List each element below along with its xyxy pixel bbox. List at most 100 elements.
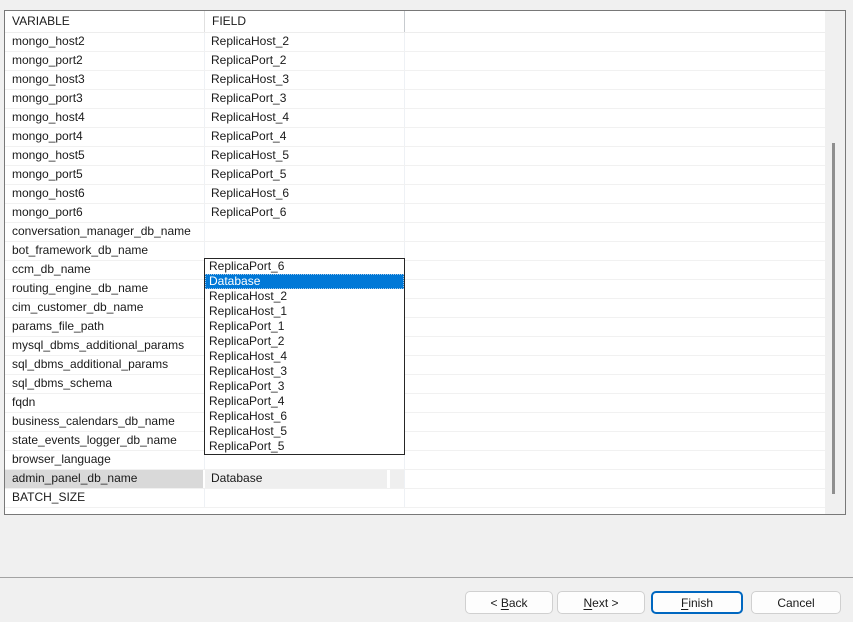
- field-value: ReplicaPort_3: [205, 90, 404, 108]
- table-row[interactable]: bot_framework_db_name: [5, 242, 825, 261]
- empty-cell: [405, 394, 825, 412]
- variable-cell[interactable]: mongo_host4: [5, 109, 205, 127]
- table-row[interactable]: mongo_host2 ReplicaHost_2: [5, 33, 825, 52]
- variable-cell[interactable]: fqdn: [5, 394, 205, 412]
- table-row[interactable]: params_file_path: [5, 318, 825, 337]
- field-cell[interactable]: ReplicaPort_3: [205, 90, 405, 108]
- dropdown-item[interactable]: ReplicaPort_1: [205, 319, 404, 334]
- table-row[interactable]: cim_customer_db_name: [5, 299, 825, 318]
- dropdown-item[interactable]: ReplicaHost_6: [205, 409, 404, 424]
- variable-cell[interactable]: browser_language: [5, 451, 205, 469]
- empty-cell: [405, 356, 825, 374]
- field-cell[interactable]: ReplicaHost_2: [205, 33, 405, 51]
- empty-cell: [405, 413, 825, 431]
- field-value: ReplicaHost_4: [205, 109, 404, 127]
- variable-cell[interactable]: mongo_port3: [5, 90, 205, 108]
- dropdown-item[interactable]: ReplicaPort_2: [205, 334, 404, 349]
- wizard-dialog: VARIABLE FIELD mongo_host2 ReplicaHost_2…: [0, 0, 853, 622]
- vertical-scrollbar[interactable]: [825, 11, 845, 514]
- column-header-variable: VARIABLE: [5, 11, 205, 32]
- scrollbar-thumb[interactable]: [832, 143, 835, 494]
- table-row[interactable]: BATCH_SIZE: [5, 489, 825, 508]
- dropdown-item[interactable]: ReplicaHost_4: [205, 349, 404, 364]
- empty-cell: [405, 299, 825, 317]
- variable-cell[interactable]: mongo_host5: [5, 147, 205, 165]
- table-row[interactable]: mongo_host3 ReplicaHost_3: [5, 71, 825, 90]
- cancel-button[interactable]: Cancel: [751, 591, 841, 614]
- variable-cell[interactable]: mongo_host6: [5, 185, 205, 203]
- dropdown-item[interactable]: ReplicaHost_5: [205, 424, 404, 439]
- variable-cell[interactable]: routing_engine_db_name: [5, 280, 205, 298]
- table-row[interactable]: mongo_host5 ReplicaHost_5: [5, 147, 825, 166]
- empty-cell: [405, 128, 825, 146]
- table-row[interactable]: mongo_host6 ReplicaHost_6: [5, 185, 825, 204]
- finish-button[interactable]: Finish: [651, 591, 743, 614]
- variable-cell[interactable]: sql_dbms_additional_params: [5, 356, 205, 374]
- table-row[interactable]: mongo_port3 ReplicaPort_3: [5, 90, 825, 109]
- empty-cell: [405, 451, 825, 469]
- variable-cell[interactable]: state_events_logger_db_name: [5, 432, 205, 450]
- dropdown-item[interactable]: ReplicaHost_3: [205, 364, 404, 379]
- next-button[interactable]: Next >: [557, 591, 645, 614]
- table-row[interactable]: business_calendars_db_name: [5, 413, 825, 432]
- dropdown-item[interactable]: ReplicaPort_3: [205, 379, 404, 394]
- table-row[interactable]: browser_language: [5, 451, 825, 470]
- field-value: ReplicaPort_2: [205, 52, 404, 70]
- variable-cell[interactable]: mongo_port4: [5, 128, 205, 146]
- variable-cell[interactable]: admin_panel_db_name: [5, 470, 205, 488]
- variable-cell[interactable]: cim_customer_db_name: [5, 299, 205, 317]
- dropdown-item[interactable]: ReplicaPort_6: [205, 259, 404, 274]
- back-button-mnemonic: B: [501, 596, 509, 610]
- table-row[interactable]: sql_dbms_schema: [5, 375, 825, 394]
- table-row[interactable]: state_events_logger_db_name: [5, 432, 825, 451]
- table-row[interactable]: sql_dbms_additional_params: [5, 356, 825, 375]
- empty-cell: [405, 71, 825, 89]
- variable-cell[interactable]: business_calendars_db_name: [5, 413, 205, 431]
- variable-cell[interactable]: sql_dbms_schema: [5, 375, 205, 393]
- field-cell[interactable]: ReplicaHost_4: [205, 109, 405, 127]
- field-cell[interactable]: ReplicaPort_2: [205, 52, 405, 70]
- dropdown-button[interactable]: [390, 470, 404, 488]
- field-cell[interactable]: [205, 223, 405, 241]
- dropdown-item[interactable]: ReplicaHost_1: [205, 304, 404, 319]
- field-value: ReplicaHost_5: [205, 147, 404, 165]
- variable-cell[interactable]: mongo_port6: [5, 204, 205, 222]
- field-cell[interactable]: ReplicaPort_6: [205, 204, 405, 222]
- table-row[interactable]: mongo_port5 ReplicaPort_5: [5, 166, 825, 185]
- variable-cell[interactable]: mongo_port5: [5, 166, 205, 184]
- table-row[interactable]: conversation_manager_db_name: [5, 223, 825, 242]
- table-row[interactable]: mongo_port2 ReplicaPort_2: [5, 52, 825, 71]
- empty-cell: [405, 470, 825, 488]
- field-cell[interactable]: ReplicaHost_3: [205, 71, 405, 89]
- empty-cell: [405, 90, 825, 108]
- field-cell[interactable]: ReplicaHost_5: [205, 147, 405, 165]
- dropdown-item[interactable]: ReplicaPort_4: [205, 394, 404, 409]
- table-row[interactable]: mongo_port4 ReplicaPort_4: [5, 128, 825, 147]
- table-row[interactable]: admin_panel_db_name Database: [5, 470, 825, 489]
- back-button[interactable]: < Back: [465, 591, 553, 614]
- variable-cell[interactable]: mongo_host2: [5, 33, 205, 51]
- dropdown-item[interactable]: Database: [205, 274, 404, 289]
- field-cell[interactable]: [205, 489, 405, 507]
- field-value: ReplicaHost_3: [205, 71, 404, 89]
- dropdown-item[interactable]: ReplicaHost_2: [205, 289, 404, 304]
- field-cell[interactable]: ReplicaPort_5: [205, 166, 405, 184]
- variable-cell[interactable]: conversation_manager_db_name: [5, 223, 205, 241]
- variable-cell[interactable]: BATCH_SIZE: [5, 489, 205, 507]
- table-row[interactable]: mongo_port6 ReplicaPort_6: [5, 204, 825, 223]
- variable-cell[interactable]: bot_framework_db_name: [5, 242, 205, 260]
- table-row[interactable]: routing_engine_db_name: [5, 280, 825, 299]
- variable-cell[interactable]: mongo_port2: [5, 52, 205, 70]
- table-row[interactable]: ccm_db_name: [5, 261, 825, 280]
- variable-cell[interactable]: ccm_db_name: [5, 261, 205, 279]
- field-cell[interactable]: ReplicaPort_4: [205, 128, 405, 146]
- table-row[interactable]: mysql_dbms_additional_params: [5, 337, 825, 356]
- variable-cell[interactable]: mysql_dbms_additional_params: [5, 337, 205, 355]
- variable-cell[interactable]: mongo_host3: [5, 71, 205, 89]
- table-row[interactable]: fqdn: [5, 394, 825, 413]
- table-row[interactable]: mongo_host4 ReplicaHost_4: [5, 109, 825, 128]
- field-cell[interactable]: Database: [205, 470, 405, 488]
- field-cell[interactable]: ReplicaHost_6: [205, 185, 405, 203]
- dropdown-item[interactable]: ReplicaPort_5: [205, 439, 404, 454]
- variable-cell[interactable]: params_file_path: [5, 318, 205, 336]
